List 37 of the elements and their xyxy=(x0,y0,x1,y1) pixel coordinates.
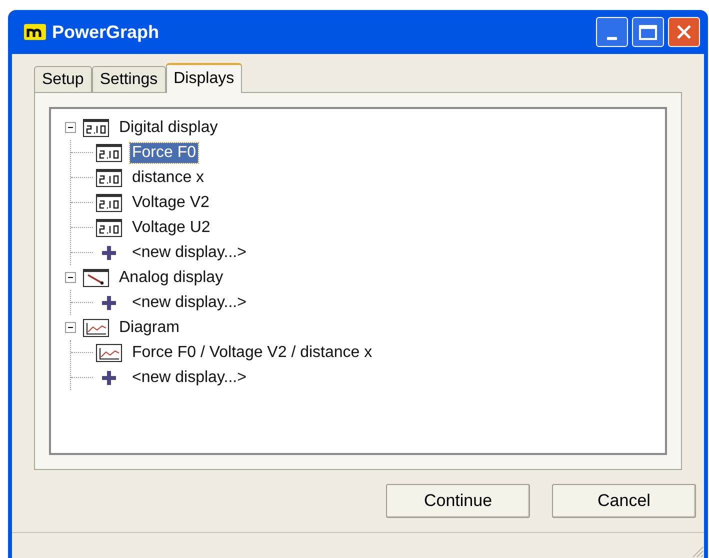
tree-item[interactable]: <new display...> xyxy=(130,242,248,262)
digital-readout-icon xyxy=(83,118,109,136)
plus-icon xyxy=(102,296,116,310)
digital-readout-icon xyxy=(96,194,122,212)
digital-readout-icon xyxy=(96,218,122,236)
dialog-button[interactable]: Continue xyxy=(386,484,530,518)
maximize-button[interactable] xyxy=(632,17,664,47)
tree-item[interactable]: distance x xyxy=(130,168,206,188)
gauge-icon xyxy=(83,268,109,286)
collapse-toggle[interactable] xyxy=(65,122,76,133)
tree-item[interactable]: Force F0 xyxy=(130,142,198,162)
window-title: PowerGraph xyxy=(52,20,160,44)
tab[interactable]: Setup xyxy=(34,66,92,92)
line-chart-icon xyxy=(96,344,122,362)
collapse-toggle[interactable] xyxy=(65,322,76,333)
tree-item[interactable]: Force F0 / Voltage V2 / distance x xyxy=(130,342,374,362)
tree-item[interactable]: <new display...> xyxy=(130,292,248,312)
tree-item[interactable]: Voltage U2 xyxy=(130,218,212,238)
resize-grip-icon[interactable] xyxy=(690,544,704,558)
tree-item[interactable]: Digital display xyxy=(117,118,220,138)
dialog-button[interactable]: Cancel xyxy=(552,484,696,518)
close-button[interactable] xyxy=(668,17,700,47)
collapse-toggle[interactable] xyxy=(65,272,76,283)
digital-readout-icon xyxy=(96,144,122,162)
tree-item[interactable]: <new display...> xyxy=(130,368,248,388)
tree-item[interactable]: Diagram xyxy=(117,318,182,338)
tree-item[interactable]: Analog display xyxy=(117,268,226,288)
plus-icon xyxy=(102,246,116,260)
plus-icon xyxy=(102,370,116,384)
line-chart-icon xyxy=(83,318,109,336)
app-logo-icon xyxy=(24,24,46,40)
tab[interactable]: Settings xyxy=(92,66,166,92)
minimize-button[interactable] xyxy=(596,17,628,47)
tree-item[interactable]: Voltage V2 xyxy=(130,192,212,212)
tab[interactable]: Displays xyxy=(166,63,242,93)
close-icon xyxy=(676,24,692,40)
digital-readout-icon xyxy=(96,168,122,186)
